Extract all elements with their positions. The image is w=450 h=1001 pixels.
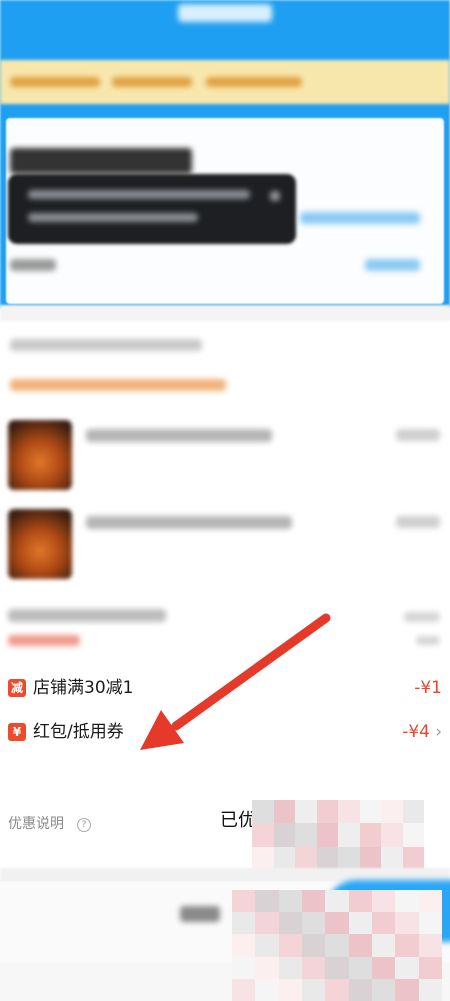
order-confirm-screen: 减 店铺满30减1 -¥1 ¥ 红包/抵用券 -¥4 › 优惠说明 ? 已优惠 bbox=[0, 0, 450, 1001]
annotation-arrow-icon bbox=[140, 613, 331, 750]
